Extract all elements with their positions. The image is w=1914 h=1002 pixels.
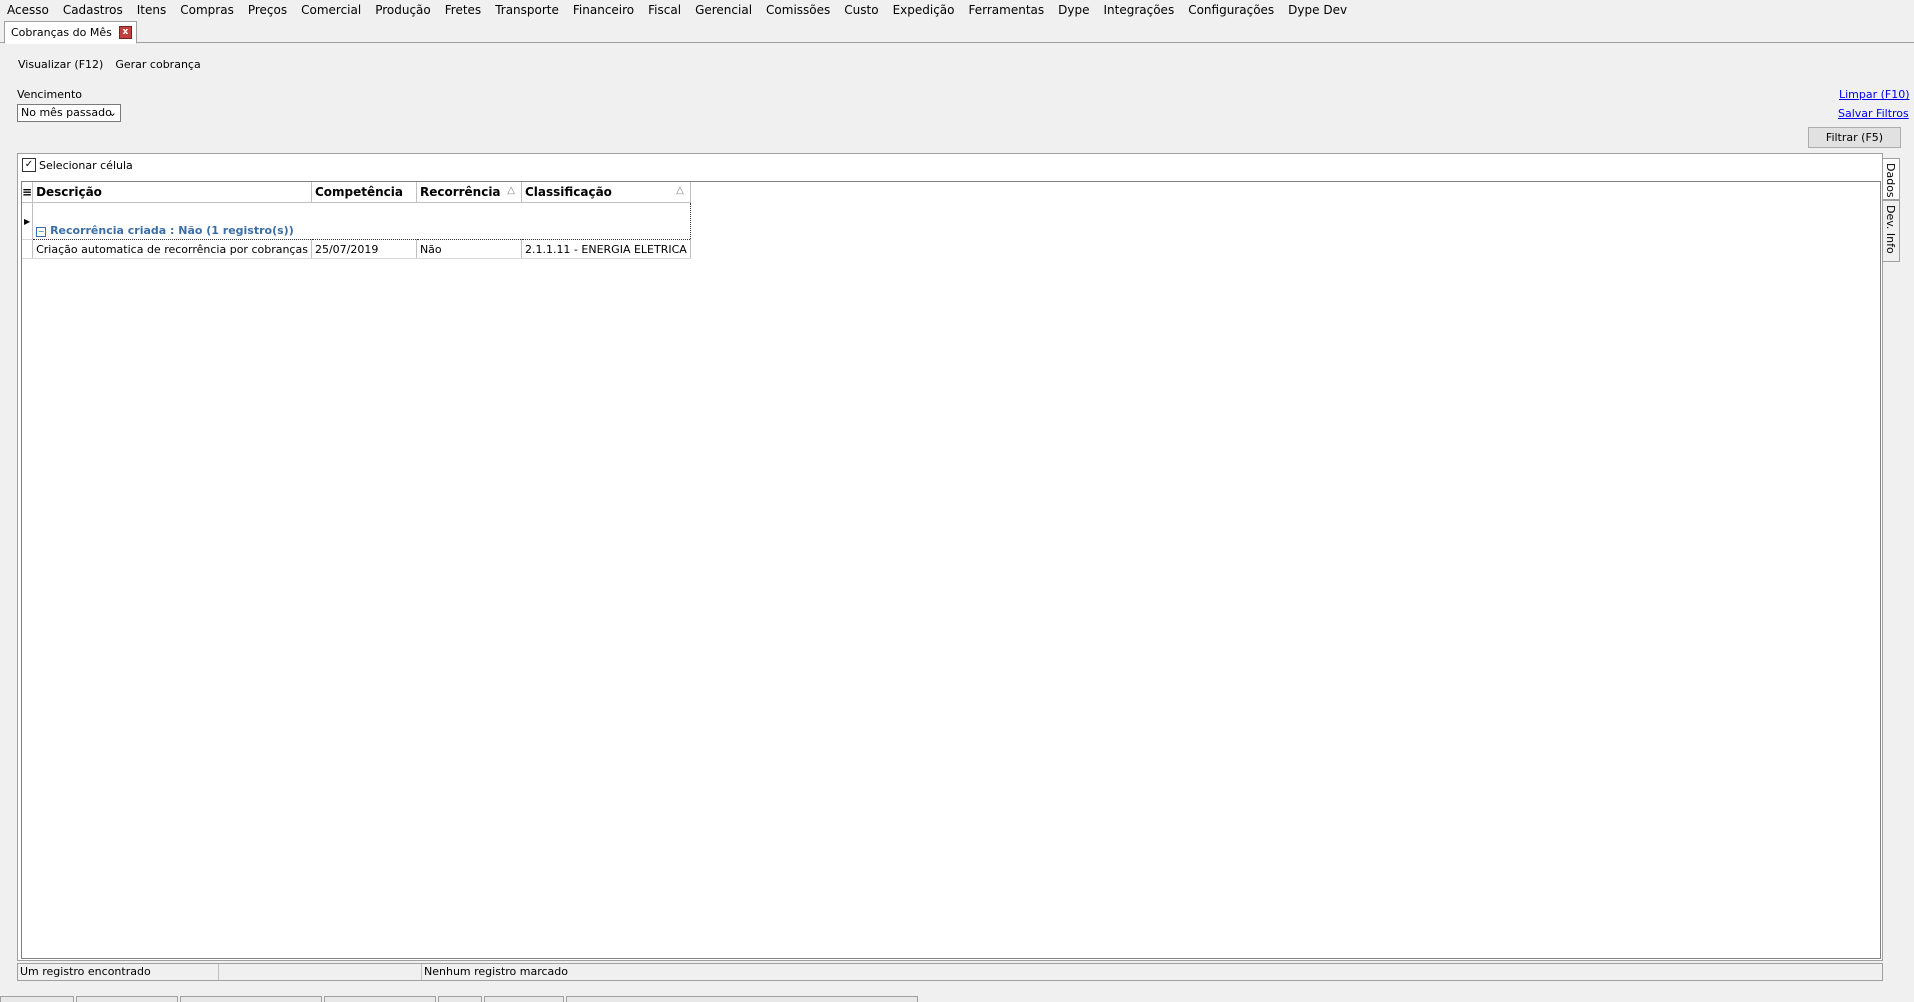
menu-fiscal[interactable]: Fiscal	[641, 0, 688, 20]
menu-integracoes[interactable]: Integrações	[1096, 0, 1181, 20]
table-row[interactable]: Criação automatica de recorrência por co…	[22, 239, 691, 259]
gerar-cobranca-button[interactable]: Gerar cobrança	[115, 58, 200, 71]
chevron-down-icon: ⌄	[107, 106, 117, 119]
sort-asc-icon: △	[507, 185, 515, 196]
toolbar: Visualizar (F12) Gerar cobrança	[18, 58, 201, 71]
collapse-icon[interactable]: −	[36, 227, 47, 237]
column-chooser-icon[interactable]: ≡	[22, 182, 34, 203]
grid-table: ≡ Descrição Competência Recorrência △ Cla…	[22, 182, 691, 259]
menu-transporte[interactable]: Transporte	[488, 0, 566, 20]
tab-dev-info[interactable]: Dev. Info	[1882, 200, 1900, 262]
tab-dados[interactable]: Dados	[1882, 158, 1900, 200]
menu-itens[interactable]: Itens	[130, 0, 173, 20]
menu-dype-dev[interactable]: Dype Dev	[1281, 0, 1354, 20]
select-cell-label: Selecionar célula	[39, 158, 133, 172]
document-tab-strip	[0, 20, 1914, 43]
menu-ferramentas[interactable]: Ferramentas	[962, 0, 1052, 20]
col-competencia[interactable]: Competência	[311, 182, 417, 203]
filtrar-button[interactable]: Filtrar (F5)	[1808, 127, 1901, 148]
tab-cobrancas-do-mes[interactable]: Cobranças do Mês x	[4, 21, 137, 44]
menu-configuracoes[interactable]: Configurações	[1181, 0, 1281, 20]
select-cell-checkbox[interactable]: ✓	[22, 158, 36, 172]
menu-compras[interactable]: Compras	[173, 0, 241, 20]
limpar-link[interactable]: Limpar (F10)	[1839, 88, 1910, 101]
menu-custo[interactable]: Custo	[837, 0, 885, 20]
menu-acesso[interactable]: Acesso	[0, 0, 56, 20]
group-header[interactable]: − Recorrência criada : Não (1 registro(s)…	[32, 202, 691, 240]
cell-competencia[interactable]: 25/07/2019	[311, 239, 417, 259]
vencimento-label: Vencimento	[17, 88, 83, 101]
group-row[interactable]: ▶ − Recorrência criada : Não (1 registro(…	[22, 202, 691, 240]
col-descricao[interactable]: Descrição	[32, 182, 312, 203]
menu-cadastros[interactable]: Cadastros	[56, 0, 130, 20]
status-spacer	[219, 964, 422, 980]
menu-financeiro[interactable]: Financeiro	[566, 0, 641, 20]
select-cell-option[interactable]: ✓ Selecionar célula	[22, 158, 133, 172]
status-marked: Nenhum registro marcado	[424, 965, 568, 978]
menu-gerencial[interactable]: Gerencial	[688, 0, 759, 20]
menu-comercial[interactable]: Comercial	[294, 0, 368, 20]
sort-asc-icon: △	[676, 185, 684, 196]
menu-fretes[interactable]: Fretes	[438, 0, 488, 20]
row-indicator-icon: ▶	[22, 202, 34, 240]
bottom-taskbar-tabs	[0, 996, 1914, 1002]
tab-title: Cobranças do Mês	[11, 26, 112, 39]
vencimento-select[interactable]: No mês passado ⌄	[17, 104, 121, 122]
data-grid: ≡ Descrição Competência Recorrência △ Cla…	[21, 181, 1881, 959]
close-icon[interactable]: x	[118, 26, 132, 39]
cell-recorrencia[interactable]: Não	[416, 239, 522, 259]
cell-descricao[interactable]: Criação automatica de recorrência por co…	[32, 239, 312, 259]
menu-producao[interactable]: Produção	[368, 0, 438, 20]
menu-precos[interactable]: Preços	[241, 0, 294, 20]
main-menu-bar: Acesso Cadastros Itens Compras Preços Co…	[0, 0, 1914, 20]
salvar-filtros-link[interactable]: Salvar Filtros	[1838, 107, 1909, 120]
menu-dype[interactable]: Dype	[1051, 0, 1096, 20]
status-bar: Um registro encontrado Nenhum registro m…	[17, 963, 1883, 981]
menu-expedicao[interactable]: Expedição	[886, 0, 962, 20]
visualizar-button[interactable]: Visualizar (F12)	[18, 58, 103, 71]
menu-comissoes[interactable]: Comissões	[759, 0, 837, 20]
col-classificacao[interactable]: Classificação △	[521, 182, 691, 203]
col-recorrencia[interactable]: Recorrência △	[416, 182, 522, 203]
status-records: Um registro encontrado	[18, 964, 219, 980]
group-label: Recorrência criada : Não (1 registro(s))	[50, 224, 294, 237]
cell-classificacao[interactable]: 2.1.1.11 - ENERGIA ELETRICA	[521, 239, 691, 259]
vencimento-value: No mês passado	[21, 106, 112, 119]
